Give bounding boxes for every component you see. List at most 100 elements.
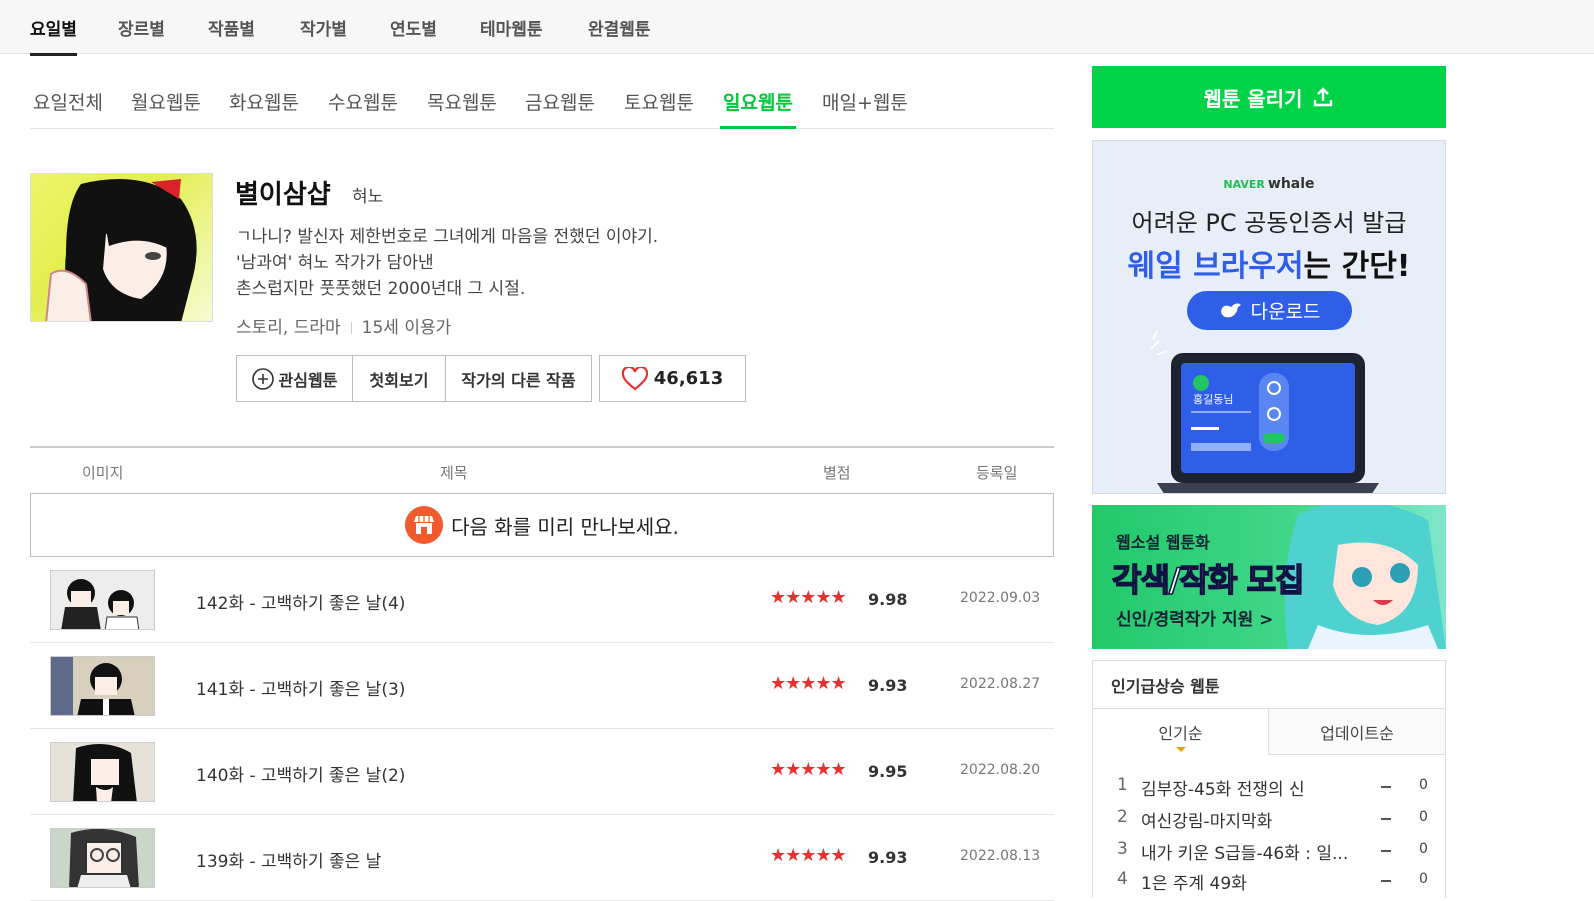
trending-webtoons-panel: 인기급상승 웹툰 인기순 업데이트순 1 김부장-45화 전쟁의 신 0 2 여신강림… bbox=[1092, 660, 1446, 898]
nav-by-day[interactable]: 요일별 bbox=[30, 15, 77, 56]
episode-thumbnail[interactable] bbox=[50, 570, 155, 630]
comic-title: 별이삼샵 bbox=[235, 180, 331, 210]
episode-date: 2022.08.20 bbox=[960, 762, 1041, 778]
comic-author[interactable]: 혀노 bbox=[352, 182, 383, 207]
preview-next-episode-banner[interactable]: 다음 화를 미리 만나보세요. bbox=[30, 493, 1054, 557]
list-item[interactable]: 3 내가 키운 S급들-46화 : 일... 0 bbox=[1117, 839, 1437, 867]
episode-thumbnail[interactable] bbox=[50, 828, 155, 888]
table-row[interactable]: 139화 - 고백하기 좋은 날 ★★★★★ 9.93 2022.08.13 bbox=[30, 815, 1054, 901]
rank-change: 0 bbox=[1419, 871, 1428, 887]
favorite-button[interactable]: 관심웹툰 bbox=[237, 356, 353, 401]
rating-score: 9.93 bbox=[868, 676, 908, 695]
ad-headline-2: 웨일 브라우저는 간단! bbox=[1093, 241, 1445, 285]
ad-headline-1: 어려운 PC 공동인증서 발급 bbox=[1131, 209, 1407, 237]
tab-updated[interactable]: 업데이트순 bbox=[1268, 709, 1445, 755]
tab-all-days[interactable]: 요일전체 bbox=[33, 88, 103, 115]
episode-date: 2022.08.27 bbox=[960, 676, 1041, 692]
rating-stars: ★★★★★ bbox=[770, 845, 847, 866]
naver-wordmark: NAVER bbox=[1223, 178, 1265, 191]
rank-title: 여신강림-마지막화 bbox=[1141, 812, 1273, 832]
nav-theme[interactable]: 테마웹툰 bbox=[480, 15, 543, 40]
episode-title[interactable]: 139화 - 고백하기 좋은 날 bbox=[196, 847, 381, 872]
rank-change: 0 bbox=[1419, 841, 1428, 857]
tab-friday[interactable]: 금요웹툰 bbox=[525, 88, 595, 115]
col-image: 이미지 bbox=[82, 464, 124, 482]
comic-synopsis: ㄱ나니? 발신자 제한번호로 그녀에게 마음을 전했던 이야기. '남과여' 혀… bbox=[236, 224, 658, 302]
nav-by-work[interactable]: 작품별 bbox=[208, 15, 255, 40]
episode-date: 2022.09.03 bbox=[960, 590, 1041, 606]
nav-by-author[interactable]: 작가별 bbox=[300, 15, 347, 40]
episode-thumbnail[interactable] bbox=[50, 656, 155, 716]
col-date: 등록일 bbox=[976, 464, 1018, 482]
tab-monday[interactable]: 월요웹툰 bbox=[131, 88, 201, 115]
tab-thursday[interactable]: 목요웹툰 bbox=[427, 88, 497, 115]
favorite-label: 관심웹툰 bbox=[278, 370, 338, 390]
episode-thumbnail[interactable] bbox=[50, 742, 155, 802]
table-row[interactable]: 141화 - 고백하기 좋은 날(3) ★★★★★ 9.93 2022.08.2… bbox=[30, 643, 1054, 729]
tab-sunday[interactable]: 일요웹툰 bbox=[720, 88, 796, 129]
upload-label: 웹툰 올리기 bbox=[1203, 86, 1303, 111]
comic-genre: 스토리, 드라마 bbox=[236, 318, 341, 338]
rank-title: 1은 주계 49화 bbox=[1141, 874, 1247, 894]
list-item[interactable]: 4 1은 주계 49화 0 bbox=[1117, 869, 1437, 897]
episode-title[interactable]: 140화 - 고백하기 좋은 날(2) bbox=[196, 761, 405, 786]
rank-number: 2 bbox=[1117, 807, 1128, 827]
upload-webtoon-button[interactable]: 웹툰 올리기 bbox=[1092, 66, 1446, 128]
store-icon bbox=[405, 506, 444, 544]
synopsis-line: ㄱ나니? 발신자 제한번호로 그녀에게 마음을 전했던 이야기. bbox=[236, 227, 659, 247]
synopsis-line: 촌스럽지만 풋풋했던 2000년대 그 시절. bbox=[236, 279, 526, 299]
ad-headline-rest: 는 간단! bbox=[1303, 249, 1411, 284]
col-title: 제목 bbox=[440, 464, 468, 482]
active-caret-icon bbox=[1176, 747, 1186, 752]
tab-tuesday[interactable]: 화요웹툰 bbox=[229, 88, 299, 115]
rating-score: 9.93 bbox=[868, 848, 908, 867]
comic-meta: 스토리, 드라마 15세 이용가 bbox=[236, 313, 451, 338]
table-row[interactable]: 140화 - 고백하기 좋은 날(2) ★★★★★ 9.95 2022.08.2… bbox=[30, 729, 1054, 815]
nav-by-genre[interactable]: 장르별 bbox=[118, 15, 165, 40]
nav-completed[interactable]: 완결웹툰 bbox=[588, 15, 651, 40]
rank-number: 1 bbox=[1117, 775, 1128, 795]
rating-stars: ★★★★★ bbox=[770, 587, 847, 608]
like-button[interactable]: 46,613 bbox=[599, 355, 746, 402]
nav-by-year[interactable]: 연도별 bbox=[390, 15, 437, 40]
list-item[interactable]: 2 여신강림-마지막화 0 bbox=[1117, 807, 1437, 835]
download-label: 다운로드 bbox=[1250, 301, 1321, 323]
whale-browser-ad[interactable]: NAVER whale 어려운 PC 공동인증서 발급 웨일 브라우저는 간단! … bbox=[1092, 140, 1446, 494]
naver-whale-logo: NAVER whale bbox=[1093, 176, 1445, 192]
plus-circle-icon bbox=[251, 367, 274, 390]
divider bbox=[350, 322, 352, 334]
like-count: 46,613 bbox=[653, 368, 724, 389]
rank-change: 0 bbox=[1419, 777, 1428, 793]
rank-title: 내가 키운 S급들-46화 : 일... bbox=[1141, 844, 1349, 864]
synopsis-line: '남과여' 혀노 작가가 담아낸 bbox=[236, 253, 434, 273]
table-row[interactable]: 142화 - 고백하기 좋은 날(4) ★★★★★ 9.98 2022.09.0… bbox=[30, 557, 1054, 643]
tab-saturday[interactable]: 토요웹툰 bbox=[624, 88, 694, 115]
tab-wednesday[interactable]: 수요웹툰 bbox=[328, 88, 398, 115]
list-item[interactable]: 1 김부장-45화 전쟁의 신 0 bbox=[1117, 775, 1437, 803]
whale-wordmark: whale bbox=[1267, 176, 1315, 192]
top-navigation: 요일별 장르별 작품별 작가별 연도별 테마웹툰 완결웹툰 bbox=[0, 0, 1594, 56]
other-works-button[interactable]: 작가의 다른 작품 bbox=[446, 356, 591, 401]
laptop-user-name: 홍길동님 bbox=[1193, 392, 1233, 406]
laptop-illustration: 홍길동님 bbox=[1150, 331, 1379, 493]
webnovel-recruit-ad[interactable]: 웹소설 웹툰화 각색/작화 모집 신인/경력작가 지원 > bbox=[1092, 505, 1446, 649]
col-rating: 별점 bbox=[823, 464, 851, 482]
tab-popular[interactable]: 인기순 bbox=[1093, 709, 1268, 755]
episode-title[interactable]: 142화 - 고백하기 좋은 날(4) bbox=[196, 589, 405, 614]
rank-number: 4 bbox=[1117, 869, 1128, 889]
no-change-icon bbox=[1381, 850, 1391, 852]
ad-novel-cta: 신인/경력작가 지원 > bbox=[1116, 610, 1274, 630]
ad-highlight: 웨일 브라우저 bbox=[1127, 249, 1304, 284]
comic-thumbnail[interactable] bbox=[30, 173, 213, 322]
episode-title[interactable]: 141화 - 고백하기 좋은 날(3) bbox=[196, 675, 405, 700]
comic-action-buttons: 관심웹툰 첫회보기 작가의 다른 작품 bbox=[236, 355, 592, 402]
download-button[interactable]: 다운로드 bbox=[1187, 291, 1352, 330]
rating-stars: ★★★★★ bbox=[770, 673, 847, 694]
rank-number: 3 bbox=[1117, 839, 1128, 859]
tab-daily-plus[interactable]: 매일+웹툰 bbox=[822, 88, 908, 115]
no-change-icon bbox=[1381, 786, 1391, 788]
rating-stars: ★★★★★ bbox=[770, 759, 847, 780]
preview-text: 다음 화를 미리 만나보세요. bbox=[451, 514, 679, 539]
tab-popular-label: 인기순 bbox=[1158, 724, 1203, 743]
first-episode-button[interactable]: 첫회보기 bbox=[353, 356, 446, 401]
